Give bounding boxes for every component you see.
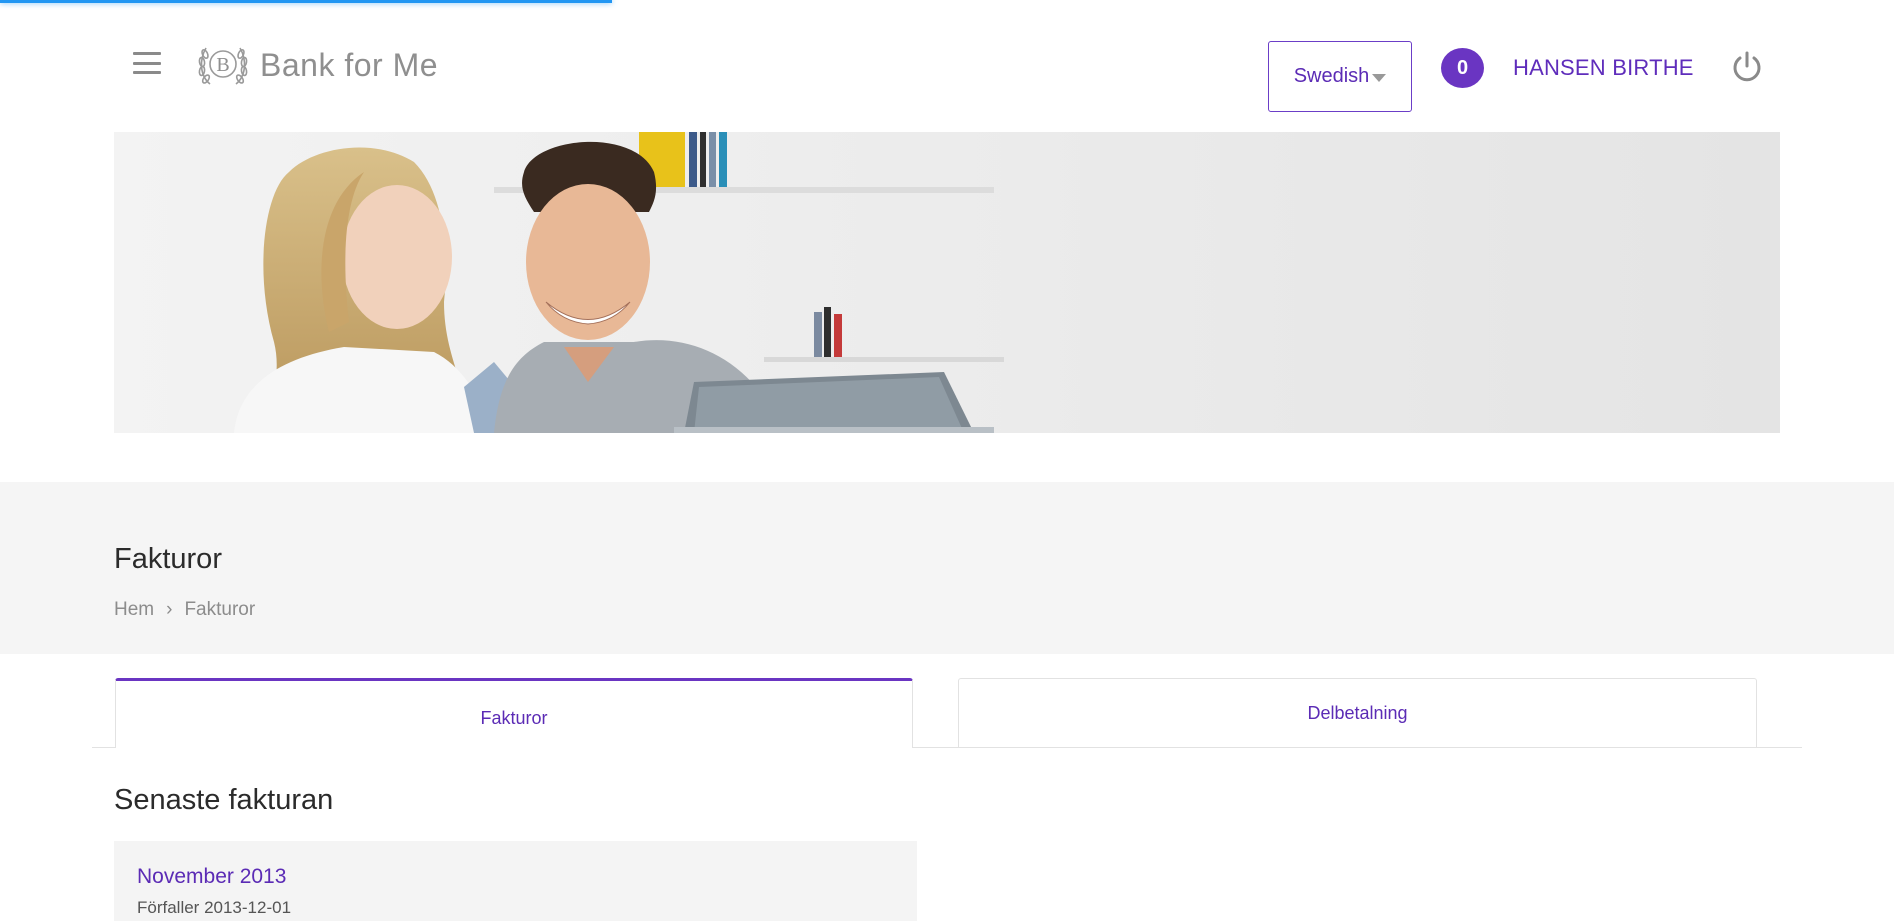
hero-banner-image — [114, 132, 1780, 433]
hamburger-menu-icon[interactable] — [130, 48, 164, 78]
breadcrumb-home-link[interactable]: Hem — [114, 599, 154, 621]
latest-invoice-card[interactable]: November 2013 Förfaller 2013-12-01 — [114, 841, 917, 921]
invoice-due-date: Förfaller 2013-12-01 — [137, 898, 292, 917]
svg-text:B: B — [216, 54, 229, 76]
breadcrumb-current: Fakturor — [184, 599, 256, 620]
laurel-logo-icon: B — [198, 47, 248, 85]
page-title: Fakturor — [114, 543, 222, 575]
invoice-month-link[interactable]: November 2013 — [137, 865, 286, 889]
language-select[interactable]: Swedish — [1268, 41, 1412, 112]
page-title-band — [0, 482, 1894, 654]
notification-count-badge[interactable]: 0 — [1441, 48, 1484, 88]
tab-delbetalning[interactable]: Delbetalning — [958, 678, 1757, 747]
breadcrumb-separator-icon: › — [166, 599, 173, 620]
brand-logo[interactable]: B Bank for Me — [196, 40, 438, 90]
user-name-link[interactable]: HANSEN BIRTHE — [1513, 55, 1694, 81]
chevron-down-icon — [1372, 73, 1387, 82]
top-header: B Bank for Me Swedish 0 HANSEN BIRTHE — [0, 0, 1894, 132]
brand-name: Bank for Me — [260, 46, 439, 83]
power-logout-icon[interactable] — [1731, 50, 1763, 84]
section-title-latest-invoice: Senaste fakturan — [114, 784, 334, 816]
breadcrumb: Hem › Fakturor — [114, 599, 255, 621]
language-selected-value: Swedish — [1293, 65, 1370, 87]
tab-fakturor[interactable]: Fakturor — [115, 678, 913, 748]
